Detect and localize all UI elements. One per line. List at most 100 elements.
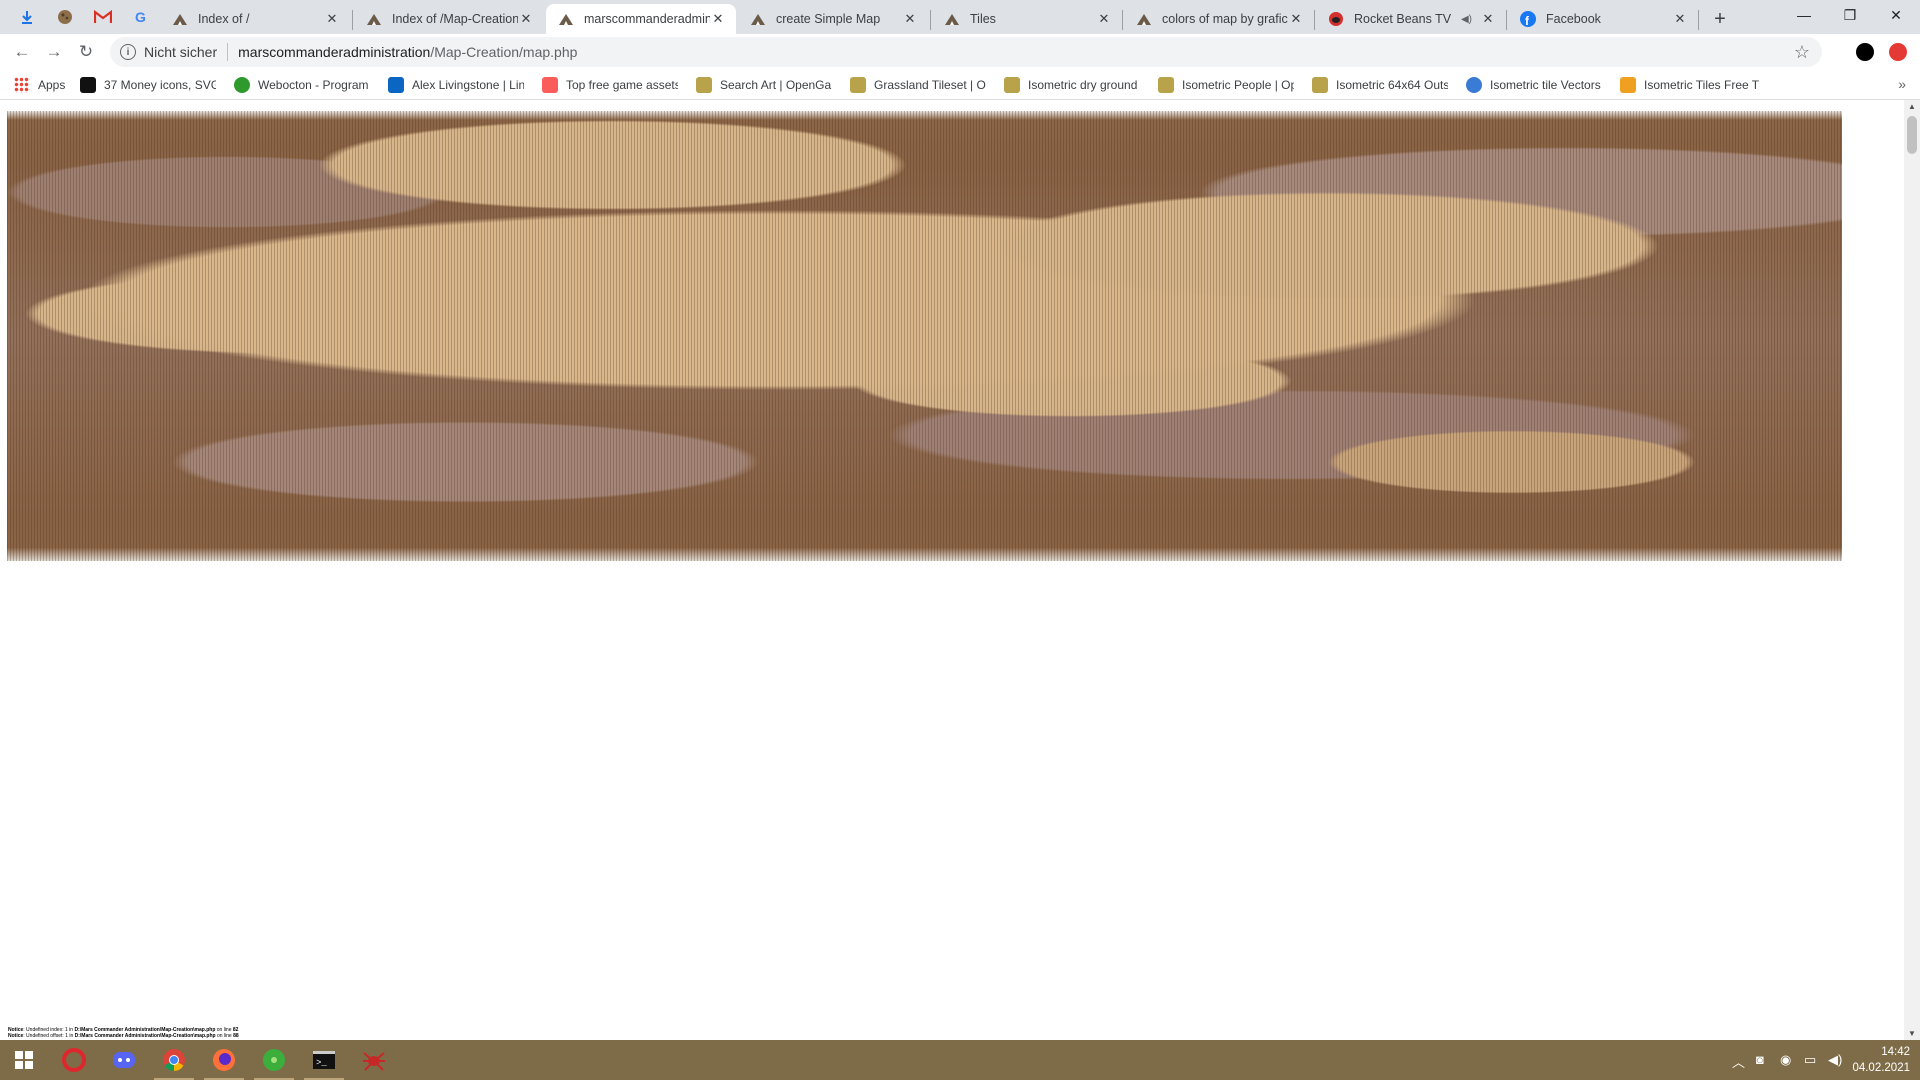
address-bar[interactable]: i Nicht sicher marscommanderadministrati… [110, 37, 1822, 67]
tab-close-icon[interactable]: ✕ [1096, 11, 1112, 27]
scroll-up-icon[interactable]: ▲ [1908, 102, 1916, 111]
tab-divider [1506, 10, 1507, 30]
tab-index-map-creation[interactable]: Index of /Map-Creation ✕ [354, 4, 544, 34]
bookmarks-bar: Apps 37 Money icons, SVG Webocton - Prog… [0, 70, 1920, 100]
omnibox-divider [227, 43, 229, 61]
tab-colors-of-map[interactable]: colors of map by grafic ✕ [1124, 4, 1314, 34]
start-icon[interactable] [0, 1040, 48, 1080]
pinned-tab-cookie-icon[interactable] [46, 0, 84, 34]
opera-icon[interactable] [50, 1040, 98, 1080]
tab-close-icon[interactable]: ✕ [1672, 11, 1688, 27]
tab-strip: G Index of / ✕ Index of /Map-Creation ✕ … [0, 0, 1920, 34]
bookmark-label: Isometric People | Op [1182, 78, 1294, 92]
system-clock[interactable]: 14:42 04.02.2021 [1852, 1044, 1910, 1076]
bookmark-linkedin[interactable]: Alex Livingstone | Lin [388, 76, 524, 94]
tab-close-icon[interactable]: ✕ [902, 11, 918, 27]
speaker-muted-icon[interactable]: ◀) [1461, 14, 1472, 25]
facebook-icon: f [1520, 11, 1536, 27]
bookmark-label: Grassland Tileset | O [874, 78, 986, 92]
tab-index-root[interactable]: Index of / ✕ [160, 4, 350, 34]
tab-close-icon[interactable]: ✕ [1480, 11, 1496, 27]
profile-avatar[interactable] [1856, 43, 1874, 61]
bookmark-isometric-dry-ground[interactable]: Isometric dry ground [1004, 76, 1140, 94]
tent-icon [1136, 11, 1152, 27]
tab-divider [930, 10, 931, 30]
reload-icon[interactable]: ↻ [72, 38, 100, 66]
tent-icon [366, 11, 382, 27]
extension-icon[interactable] [1889, 43, 1907, 61]
tab-map-php-active[interactable]: marscommanderadmini ✕ [546, 4, 736, 34]
gmail-icon[interactable] [84, 0, 122, 34]
opengameart-icon [696, 77, 712, 93]
bookmark-apps[interactable]: Apps [14, 76, 65, 94]
tab-tiles[interactable]: Tiles ✕ [932, 4, 1122, 34]
volume-icon[interactable]: ◀) [1828, 1052, 1842, 1068]
bookmark-isometric-tile-vectors[interactable]: Isometric tile Vectors [1466, 76, 1602, 94]
clock-date: 04.02.2021 [1852, 1062, 1910, 1074]
more-bookmarks-icon[interactable]: » [1898, 76, 1906, 92]
opengameart-icon [1312, 77, 1328, 93]
bookmark-isometric-people[interactable]: Isometric People | Op [1158, 76, 1294, 94]
black-square-icon [80, 77, 96, 93]
bookmark-itch[interactable]: Top free game assets [542, 76, 678, 94]
tab-rocket-beans-tv[interactable]: Rocket Beans TV ◀) ✕ [1316, 4, 1506, 34]
php-notice-2: Notice: Undefined offset: 1 in D:\Mars C… [8, 1033, 239, 1039]
bookmark-label: Apps [38, 78, 66, 92]
firefox-icon[interactable] [200, 1040, 248, 1080]
tray-app-icon[interactable]: ◉ [1780, 1052, 1791, 1068]
bookmark-label: Isometric tile Vectors [1490, 78, 1601, 92]
google-icon[interactable]: G [122, 0, 160, 34]
back-icon[interactable]: ← [8, 38, 36, 66]
scroll-down-icon[interactable]: ▼ [1908, 1029, 1916, 1038]
rocket-beans-icon [1328, 11, 1344, 27]
bookmark-grassland-tileset[interactable]: Grassland Tileset | O [850, 76, 986, 94]
bookmark-webocton[interactable]: Webocton - Program [234, 76, 370, 94]
tab-facebook[interactable]: f Facebook ✕ [1508, 4, 1698, 34]
opengameart-icon [850, 77, 866, 93]
mars-terrain-map [7, 111, 1842, 561]
forward-icon[interactable]: → [40, 38, 68, 66]
tab-title: marscommanderadmini [584, 12, 710, 26]
tab-divider [1314, 10, 1315, 30]
security-label[interactable]: Nicht sicher [144, 44, 217, 60]
bookmark-label: 37 Money icons, SVG [104, 78, 216, 92]
bookmark-opengameart-search[interactable]: Search Art | OpenGa [696, 76, 832, 94]
bookmark-isometric-64x64[interactable]: Isometric 64x64 Outs [1312, 76, 1448, 94]
craftpix-icon [1620, 77, 1636, 93]
green-app-icon[interactable] [250, 1040, 298, 1080]
discord-icon[interactable] [100, 1040, 148, 1080]
terminal-icon[interactable]: >_ [300, 1040, 348, 1080]
network-icon[interactable]: ▭ [1804, 1052, 1816, 1068]
tab-close-icon[interactable]: ✕ [710, 11, 726, 27]
bookmark-money-icons[interactable]: 37 Money icons, SVG [80, 76, 216, 94]
minimize-icon[interactable]: — [1781, 0, 1827, 30]
downloads-icon[interactable] [8, 0, 46, 34]
scrollbar-thumb[interactable] [1907, 116, 1917, 154]
tab-divider [352, 10, 353, 30]
vertical-scrollbar[interactable]: ▲ ▼ [1904, 100, 1920, 1040]
restore-icon[interactable]: ❐ [1827, 0, 1873, 30]
spider-icon[interactable] [350, 1040, 398, 1080]
chrome-icon[interactable] [150, 1040, 198, 1080]
tray-expand-icon[interactable]: ︿ [1732, 1052, 1745, 1071]
bookmark-star-icon[interactable]: ☆ [1794, 42, 1810, 63]
url-host[interactable]: marscommanderadministration [238, 44, 430, 60]
close-window-icon[interactable]: ✕ [1873, 0, 1919, 30]
tab-close-icon[interactable]: ✕ [1288, 11, 1304, 27]
svg-text:>_: >_ [316, 1058, 327, 1068]
tab-title: Tiles [970, 12, 996, 26]
tab-create-simple-map[interactable]: create Simple Map ✕ [738, 4, 928, 34]
clock-time: 14:42 [1881, 1046, 1910, 1058]
info-icon[interactable]: i [120, 44, 136, 60]
bookmark-isometric-tiles-free[interactable]: Isometric Tiles Free T [1620, 76, 1760, 94]
tab-close-icon[interactable]: ✕ [518, 11, 534, 27]
itch-icon [542, 77, 558, 93]
bookmark-label: Isometric 64x64 Outs [1336, 78, 1448, 92]
tent-icon [944, 11, 960, 27]
new-tab-button[interactable]: + [1707, 6, 1733, 32]
tab-title: Index of /Map-Creation [392, 12, 518, 26]
bookmark-label: Search Art | OpenGa [720, 78, 832, 92]
tab-close-icon[interactable]: ✕ [324, 11, 340, 27]
tray-discord-icon[interactable]: ◙ [1756, 1052, 1764, 1067]
url-path[interactable]: /Map-Creation/map.php [430, 44, 577, 60]
